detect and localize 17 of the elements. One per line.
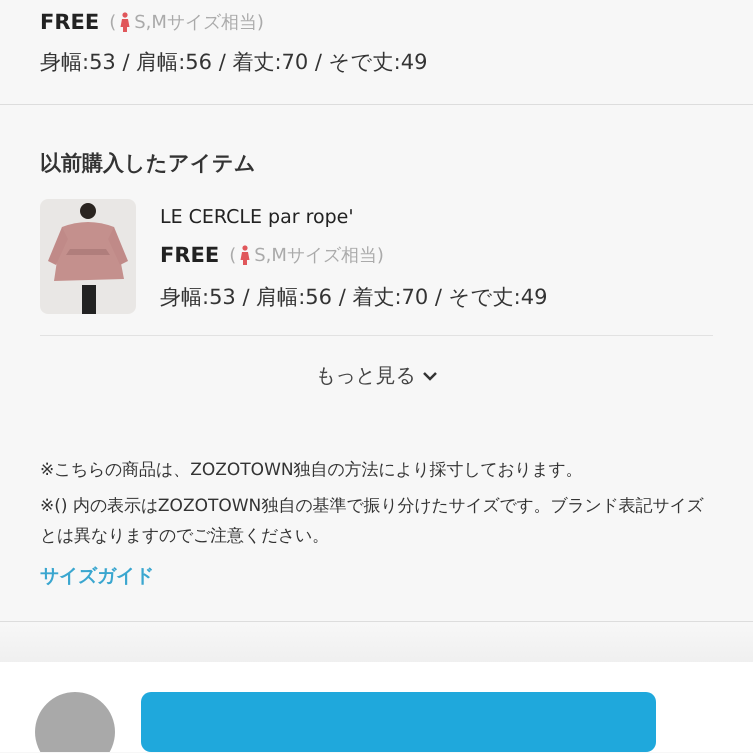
- note-text: ※こちらの商品は、ZOZOTOWN独自の方法により採寸しております。: [40, 459, 584, 482]
- size-equivalent: S,Mサイズ相当): [134, 11, 264, 34]
- note-text: ※() 内の表示はZOZOTOWN独自の基準で振り分けたサイズです。ブランド表記サイズとは異なりますのでご注意ください。: [40, 495, 704, 548]
- paren-text: (: [109, 12, 116, 32]
- brand-name: LE CERCLE par rope': [160, 205, 355, 230]
- measurements: 身幅:53 / 肩幅:56 / 着丈:70 / そで丈:49: [40, 49, 428, 76]
- person-icon: [240, 245, 250, 265]
- chevron-down-icon: [422, 370, 438, 382]
- measurements: 身幅:53 / 肩幅:56 / 着丈:70 / そで丈:49: [160, 284, 548, 311]
- size-label: FREE: [40, 10, 100, 34]
- size-label: FREE: [160, 243, 220, 267]
- size-equivalent: S,Mサイズ相当): [254, 244, 384, 267]
- paren-text: (: [229, 244, 236, 266]
- show-more-button[interactable]: もっと見る: [312, 358, 442, 393]
- person-icon: [120, 12, 130, 32]
- action-button[interactable]: [141, 692, 656, 752]
- section-title: 以前購入したアイテム: [40, 150, 257, 177]
